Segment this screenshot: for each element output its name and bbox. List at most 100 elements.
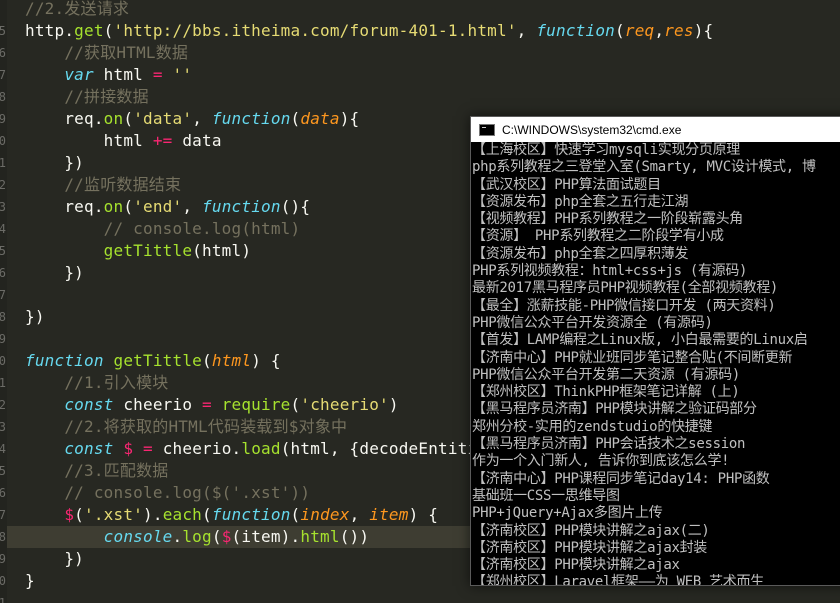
code-token: ( [123, 109, 134, 128]
code-token: , [516, 21, 537, 40]
code-token: console [25, 527, 173, 546]
line-number: 4 [0, 222, 6, 236]
cmd-window[interactable]: C:\WINDOWS\system32\cmd.exe 【上海校区】快速学习my… [470, 116, 840, 586]
code-line: }) [25, 548, 84, 570]
code-token: ){ [339, 109, 360, 128]
cmd-output-line: 作为一个入门新人, 告诉你到底该怎么学! [472, 453, 730, 470]
code-token: ( [202, 505, 212, 524]
line-number: 0 [0, 574, 6, 588]
code-line: var html = '' [25, 64, 192, 86]
code-line: }) [25, 152, 84, 174]
line-number: 1 [0, 596, 6, 603]
cmd-titlebar[interactable]: C:\WINDOWS\system32\cmd.exe [471, 117, 840, 142]
code-token: html [25, 131, 153, 150]
cmd-output-line: 【视频教程】PHP系列教程之一阶段崭露头角 [472, 211, 743, 228]
code-line: http.get('http://bbs.itheima.com/forum-4… [25, 20, 713, 42]
cmd-output: 【上海校区】快速学习mysqli实现分页原理 php系列教程之三登堂入室(Smar… [471, 142, 840, 585]
code-token: const [25, 395, 114, 414]
line-number: 3 [0, 200, 6, 214]
code-token: //拼接数据 [25, 87, 149, 106]
code-line: //1.引入模块 [25, 372, 168, 394]
cmd-window-icon [479, 123, 495, 136]
line-number: 1 [0, 156, 6, 170]
code-token: function [211, 505, 291, 524]
code-token: //3.匹配数据 [25, 461, 169, 480]
line-number: 5 [0, 24, 6, 38]
line-number: 9 [0, 112, 6, 126]
code-token: function [25, 351, 104, 370]
code-token: require [221, 395, 291, 414]
line-number: 6 [0, 486, 6, 500]
cmd-output-line: PHP微信公众平台开发第二天资源 (有源码) [472, 366, 740, 383]
line-number: 9 [0, 332, 6, 346]
code-token: on [103, 109, 124, 128]
line-number: 3 [0, 420, 6, 434]
code-token: ( [290, 109, 301, 128]
code-line: getTittle(html) [25, 240, 251, 262]
code-token: (item). [231, 527, 301, 546]
code-token: 'http://bbs.itheima.com/forum-401-1.html… [113, 21, 517, 40]
code-token: getTittle [113, 351, 203, 370]
code-token: += [152, 131, 173, 150]
line-number: 5 [0, 244, 6, 258]
code-token: item [369, 505, 409, 524]
cmd-output-line: 【黑马程序员济南】PHP模块讲解之验证码部分 [472, 401, 757, 418]
cmd-output-line: 【资源】 PHP系列教程之二阶段学有小成 [472, 228, 724, 245]
cmd-output-line: PHP系列视频教程：html+css+js (有源码) [472, 263, 748, 280]
code-token: each [162, 505, 203, 524]
code-line: function getTittle(html) { [25, 350, 281, 372]
code-token: 'end' [133, 197, 183, 216]
code-token: req [624, 21, 655, 40]
code-token: const [25, 439, 114, 458]
code-token: ) { [408, 505, 439, 524]
code-token: , [349, 505, 370, 524]
code-token: 'data' [133, 109, 193, 128]
code-token: index [300, 505, 350, 524]
cmd-output-line: 【郑州校区】ThinkPHP框架笔记详解 (上) [472, 384, 740, 401]
code-token: ( [211, 527, 222, 546]
code-line: // console.log($('.xst')) [25, 482, 310, 504]
code-line: //拼接数据 [25, 86, 149, 108]
code-token: , [654, 21, 665, 40]
code-token: ) [388, 395, 399, 414]
code-token: , [182, 197, 203, 216]
cmd-output-line: 基础班一CSS一思维导图 [472, 487, 620, 504]
code-line: // console.log(html) [25, 218, 300, 240]
code-token: var [25, 65, 94, 84]
cmd-output-line: 【济南校区】PHP模块讲解之ajax封装 [472, 539, 708, 556]
line-number: 7 [0, 288, 6, 302]
code-token: cheerio [113, 395, 202, 414]
line-number: 7 [0, 508, 6, 522]
code-line: //2.发送请求 [25, 0, 129, 20]
cmd-output-line: 【资源发布】php全套之四厚积薄发 [472, 245, 689, 262]
line-number: 6 [0, 266, 6, 280]
cmd-output-line: 【济南校区】PHP模块讲解之ajax(二) [472, 522, 710, 539]
code-token: http. [25, 21, 75, 40]
code-token: = [143, 439, 153, 458]
line-number-gutter: 5 6 7 8 9 0 1 2 3 4 5 6 7 8 9 0 1 2 3 4 5 6 7 8 9 0 1 [0, 0, 7, 603]
line-number: 7 [0, 68, 6, 82]
code-token: (){ [280, 197, 311, 216]
code-token: } [25, 571, 35, 590]
line-number: 8 [0, 310, 6, 324]
code-token: '.xst' [84, 505, 144, 524]
line-number: 9 [0, 552, 6, 566]
cmd-output-line: 【济南校区】PHP模块讲解之ajax [472, 557, 680, 574]
code-token: //2.发送请求 [25, 0, 130, 18]
code-token: load [241, 439, 281, 458]
cmd-output-line: 【武汉校区】PHP算法面试题目 [472, 176, 661, 193]
code-line: }) [25, 262, 84, 284]
code-line: //2.将获取的HTML代码装载到$对象中 [25, 416, 347, 438]
code-token: $ [25, 505, 75, 524]
code-token: ( [202, 351, 212, 370]
code-line: const cheerio = require('cheerio') [25, 394, 399, 416]
code-token: // console.log($('.xst')) [25, 483, 311, 502]
code-token: ( [74, 505, 85, 524]
cmd-output-line: 【黑马程序员济南】PHP会话技术之session [472, 436, 746, 453]
code-token: ( [290, 395, 301, 414]
code-line: req.on('end', function(){ [25, 196, 310, 218]
code-line: html += data [25, 130, 222, 152]
